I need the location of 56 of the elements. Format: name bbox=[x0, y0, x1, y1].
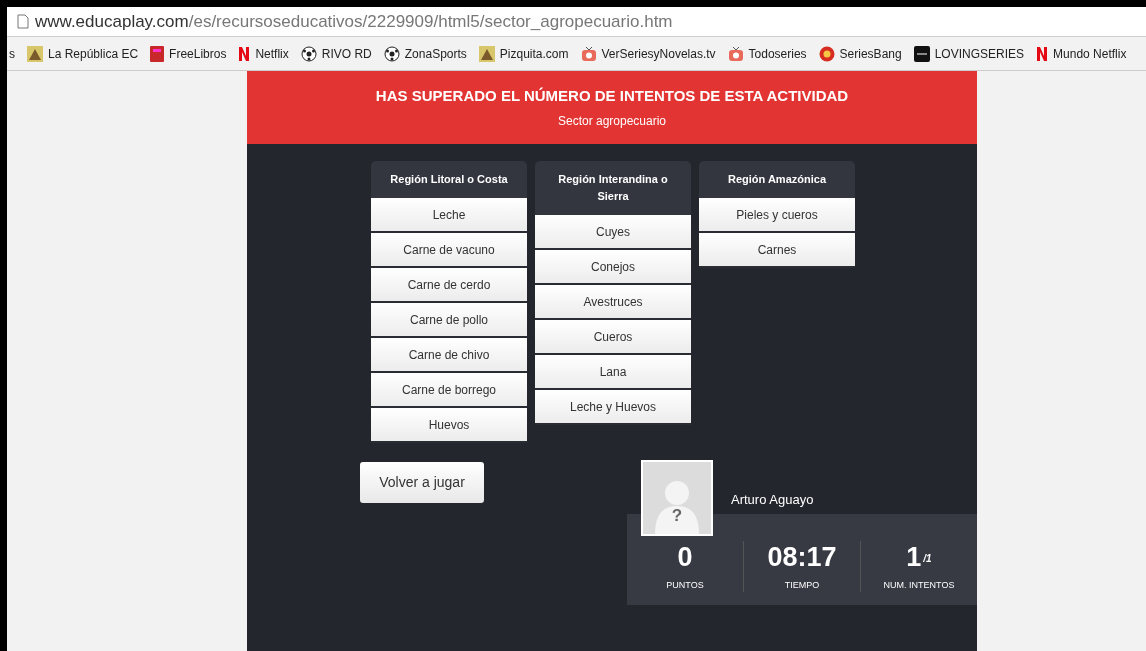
bookmark[interactable]: s bbox=[9, 44, 15, 63]
answer-card[interactable]: Huevos bbox=[371, 408, 527, 443]
column-heading: Región Interandina o Sierra bbox=[535, 161, 691, 215]
letter-n-icon bbox=[238, 45, 251, 62]
letter-n-icon bbox=[1036, 45, 1049, 62]
answer-card[interactable]: Leche y Huevos bbox=[535, 390, 691, 425]
question-mark: ? bbox=[671, 504, 683, 527]
answer-card[interactable]: Avestruces bbox=[535, 285, 691, 320]
stat-label: TIEMPO bbox=[784, 578, 820, 592]
player-name: Arturo Aguayo bbox=[731, 491, 814, 509]
soccer-ball-icon bbox=[383, 45, 400, 62]
bookmark[interactable]: SeriesBang bbox=[818, 44, 902, 63]
answer-card[interactable]: Cueros bbox=[535, 320, 691, 355]
stat-value: 0 bbox=[677, 540, 693, 573]
banner-subtitle: Sector agropecuario bbox=[557, 112, 667, 130]
answer-card[interactable]: Carne de chivo bbox=[371, 338, 527, 373]
page-icon bbox=[17, 14, 29, 29]
stat-label: PUNTOS bbox=[666, 578, 704, 592]
picture-icon bbox=[27, 45, 43, 62]
soccer-ball-icon bbox=[300, 45, 317, 62]
bookmark[interactable]: RIVO RD bbox=[300, 44, 372, 63]
bookmark[interactable]: Mundo Netflix bbox=[1036, 44, 1127, 63]
answer-card[interactable]: Carne de cerdo bbox=[371, 268, 527, 303]
bookmark[interactable]: FreeLibros bbox=[150, 44, 227, 63]
replay-button[interactable]: Volver a jugar bbox=[360, 462, 484, 503]
tv-icon bbox=[580, 45, 597, 62]
column-heading: Región Litoral o Costa bbox=[371, 161, 527, 198]
answer-card[interactable]: Carne de vacuno bbox=[371, 233, 527, 268]
answer-card[interactable]: Leche bbox=[371, 198, 527, 233]
answer-card[interactable]: Conejos bbox=[535, 250, 691, 285]
answer-card[interactable]: Carne de borrego bbox=[371, 373, 527, 408]
answer-card[interactable]: Lana bbox=[535, 355, 691, 390]
answer-card[interactable]: Carnes bbox=[699, 233, 855, 268]
book-icon bbox=[150, 45, 165, 62]
bookmark[interactable]: ZonaSports bbox=[383, 44, 467, 63]
picture-icon bbox=[478, 45, 495, 62]
square-logo-icon bbox=[913, 45, 930, 62]
stat-label: NUM. INTENTOS bbox=[883, 578, 955, 592]
round-logo-icon bbox=[818, 45, 835, 62]
answer-card[interactable]: Carne de pollo bbox=[371, 303, 527, 338]
url-path[interactable]: /es/recursoseducativos/2229909/html5/sector_agropecuario.htm bbox=[188, 11, 673, 31]
bookmark[interactable]: Pizquita.com bbox=[478, 44, 569, 63]
stat-value: 1 bbox=[906, 540, 922, 573]
bookmark[interactable]: LOVINGSERIES bbox=[913, 44, 1025, 63]
bookmark[interactable]: Todoseries bbox=[727, 44, 807, 63]
answer-card[interactable]: Cuyes bbox=[535, 215, 691, 250]
tv-icon bbox=[727, 45, 744, 62]
column-heading: Región Amazónica bbox=[699, 161, 855, 198]
banner-title: HAS SUPERADO EL NÚMERO DE INTENTOS DE ESTA ACTIVIDAD bbox=[375, 86, 849, 107]
bookmark[interactable]: La República EC bbox=[27, 44, 139, 63]
answer-card[interactable]: Pieles y cueros bbox=[699, 198, 855, 233]
bookmark[interactable]: Netflix bbox=[238, 44, 289, 63]
stat-value: 08:17 bbox=[767, 540, 837, 573]
bookmark[interactable]: VerSeriesyNovelas.tv bbox=[580, 44, 716, 63]
url-host[interactable]: www.educaplay.com bbox=[35, 11, 189, 31]
stat-suffix: /1 bbox=[923, 551, 932, 566]
